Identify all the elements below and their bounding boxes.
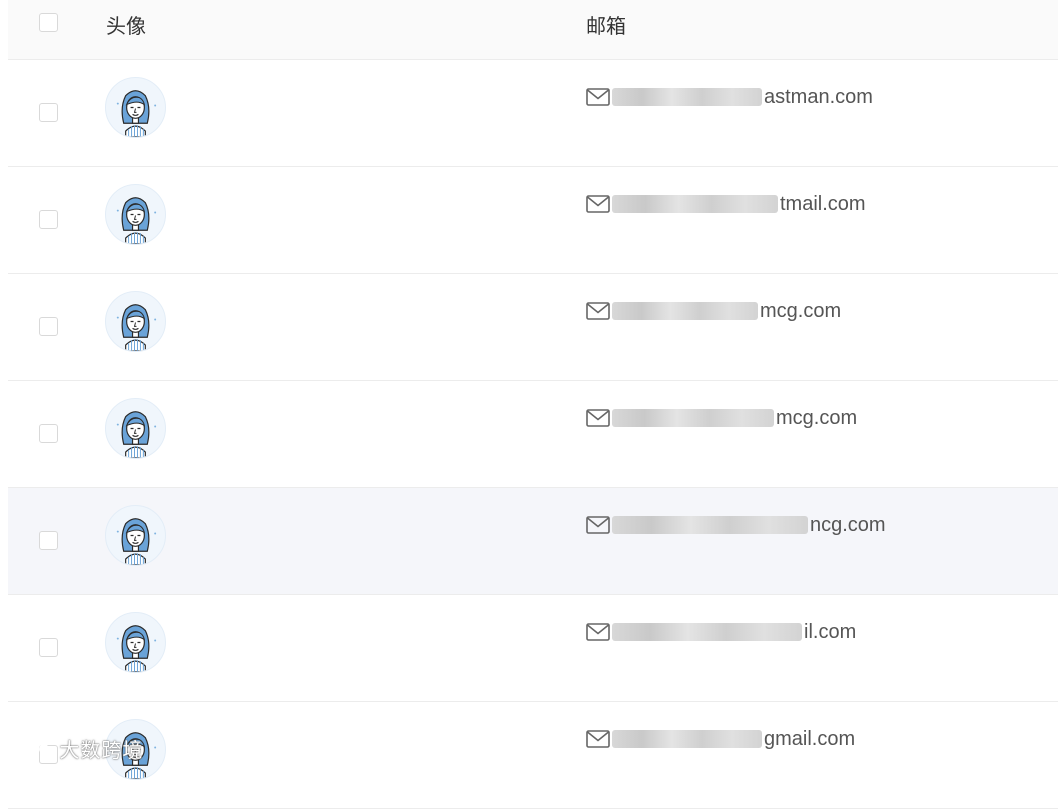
user-table: 头像 邮箱 astman.com tmail.com mcg.com mcg.c… [8,0,1058,809]
table-row-hovered[interactable]: ncg.com [8,488,1058,595]
email-text: il.com [804,620,857,643]
column-header-email[interactable]: 邮箱 [586,10,626,39]
email-cell: tmail.com [586,191,866,217]
table-row[interactable]: mcg.com [8,274,1058,381]
watermark-text: 大数跨境 [59,738,144,762]
mail-icon [586,409,612,427]
row-checkbox[interactable] [39,317,58,336]
mail-icon [586,302,612,320]
email-cell: il.com [586,619,856,645]
mail-icon [586,730,612,748]
email-cell: astman.com [586,84,873,110]
email-cell: mcg.com [586,298,841,324]
mail-icon [586,88,612,106]
user-avatar-icon [105,505,166,566]
email-text: tmail.com [780,192,866,215]
redacted-text [612,516,808,534]
mail-icon [586,516,612,534]
watermark-logo-icon [10,743,49,759]
user-avatar-icon [105,291,166,352]
mail-icon [586,623,612,641]
redacted-text [612,409,774,427]
row-checkbox[interactable] [39,424,58,443]
email-cell: mcg.com [586,405,857,431]
user-avatar-icon [105,184,166,245]
row-checkbox[interactable] [39,210,58,229]
redacted-text [612,302,758,320]
redacted-text [612,88,762,106]
redacted-text [612,195,778,213]
row-checkbox[interactable] [39,638,58,657]
email-text: gmail.com [764,727,856,750]
email-cell: ncg.com [586,512,886,538]
user-avatar-icon [105,398,166,459]
redacted-text [612,730,762,748]
mail-icon [586,195,612,213]
email-text: mcg.com [776,406,858,429]
user-avatar-icon [105,612,166,673]
table-header: 头像 邮箱 [8,0,1058,60]
user-avatar-icon [105,77,166,138]
row-checkbox[interactable] [39,531,58,550]
column-header-avatar[interactable]: 头像 [106,10,146,39]
email-text: ncg.com [810,513,886,536]
redacted-text [612,623,802,641]
table-row[interactable]: mcg.com [8,381,1058,488]
email-text: astman.com [764,85,873,108]
watermark: 大数跨境 [8,734,143,763]
table-row[interactable]: gmail.com [8,702,1058,809]
table-row[interactable]: il.com [8,595,1058,702]
email-text: mcg.com [760,299,842,322]
row-checkbox[interactable] [39,103,58,122]
table-row[interactable]: tmail.com [8,167,1058,274]
email-cell: gmail.com [586,726,855,752]
table-row[interactable]: astman.com [8,60,1058,167]
select-all-checkbox[interactable] [39,13,58,32]
